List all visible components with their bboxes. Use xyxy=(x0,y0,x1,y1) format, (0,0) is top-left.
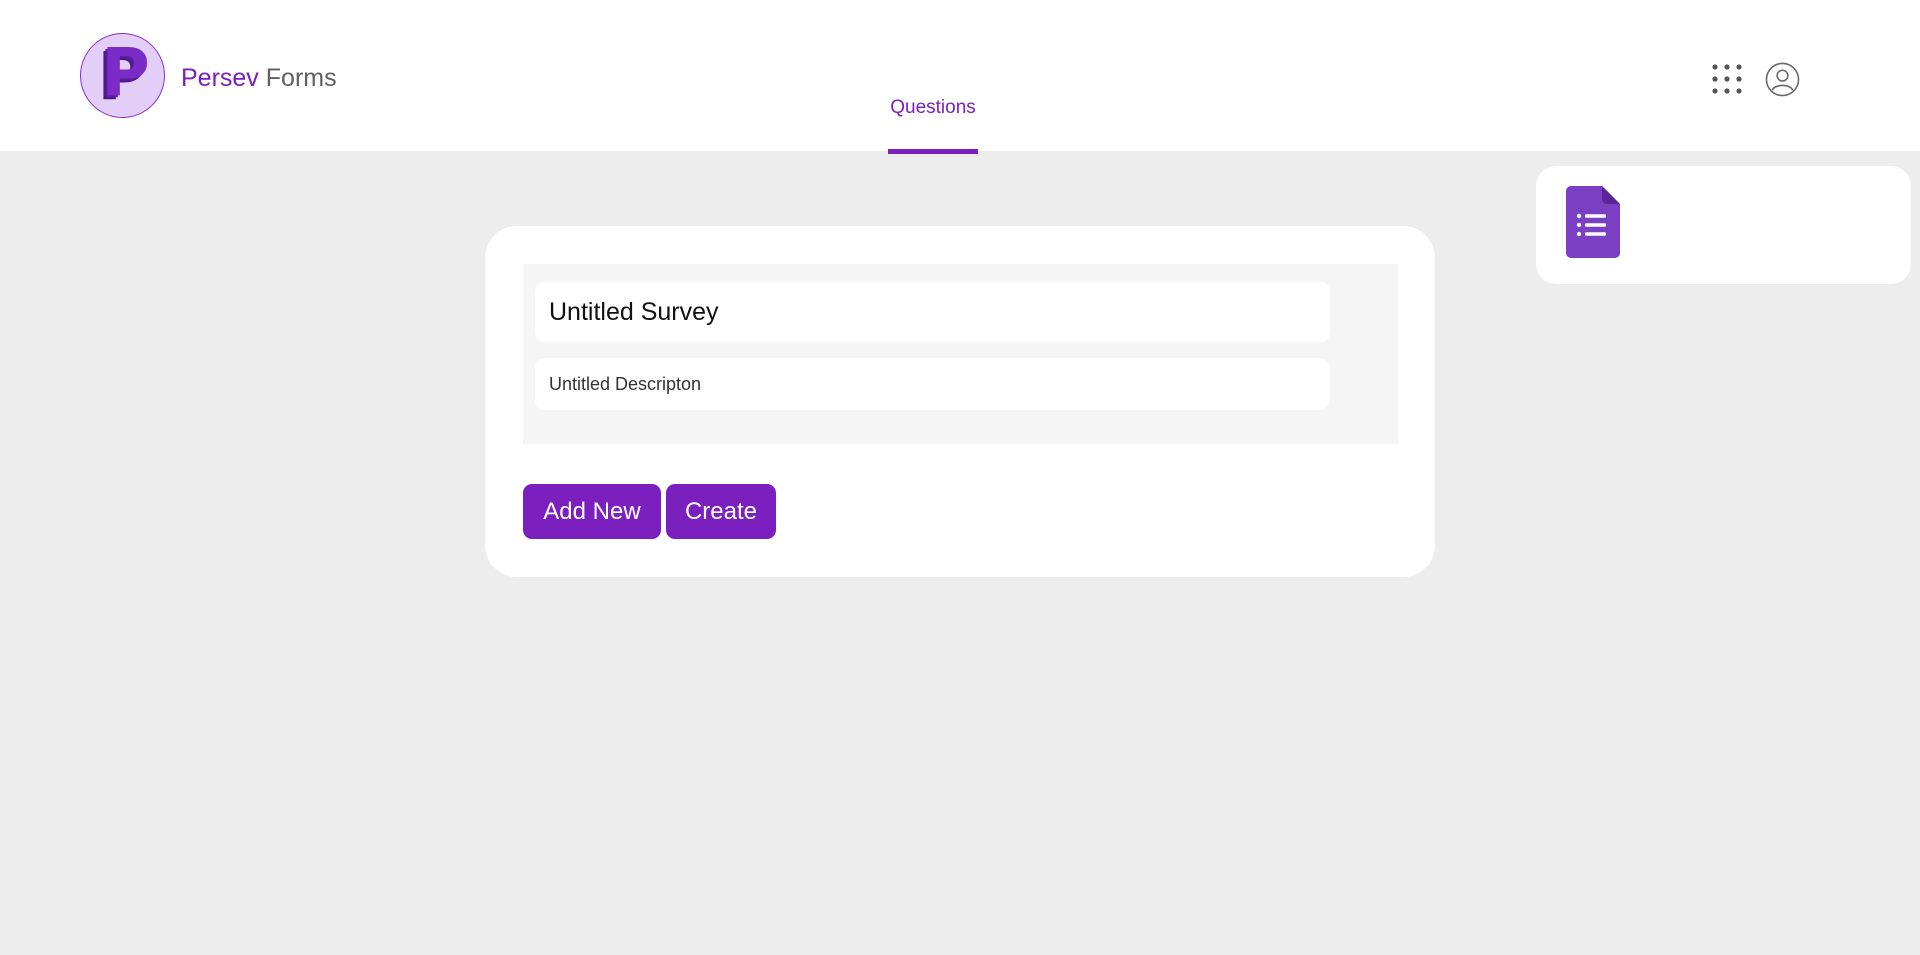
form-editor-card: Add New Create xyxy=(485,226,1435,577)
apps-grid-icon[interactable] xyxy=(1711,63,1743,95)
logo-letter: P xyxy=(101,33,150,111)
add-new-button[interactable]: Add New xyxy=(523,484,661,539)
side-panel-card xyxy=(1536,166,1911,284)
form-header-block xyxy=(523,264,1398,444)
tab-questions[interactable]: Questions xyxy=(888,90,978,154)
form-description-input[interactable] xyxy=(535,358,1330,410)
tab-questions-label: Questions xyxy=(890,97,976,118)
account-circle-icon[interactable] xyxy=(1765,62,1800,97)
form-title-input[interactable] xyxy=(535,282,1330,342)
active-tab-indicator xyxy=(888,149,978,154)
brand-secondary: Forms xyxy=(265,64,337,92)
forms-document-icon[interactable] xyxy=(1566,186,1620,258)
logo[interactable]: P xyxy=(80,33,165,118)
top-header: P Persev Forms Questions xyxy=(0,0,1920,154)
create-button[interactable]: Create xyxy=(666,484,776,539)
brand-primary: Persev xyxy=(181,64,259,92)
brand-name: Persev Forms xyxy=(181,63,337,93)
